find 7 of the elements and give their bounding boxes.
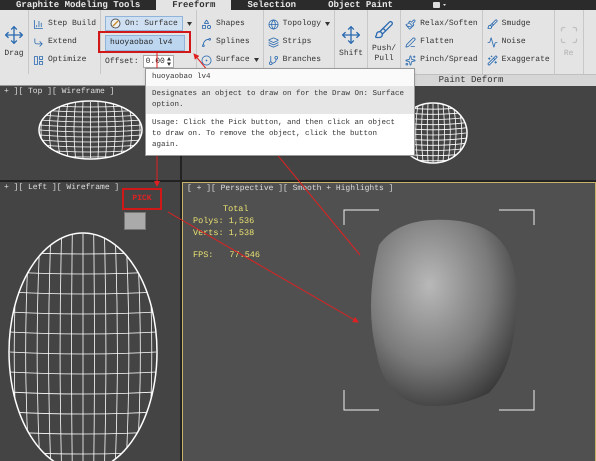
pick-callout: PICK	[122, 188, 162, 210]
stats-heading: Total	[222, 203, 250, 215]
viewport-label: + ][ Left ][ Wireframe ]	[3, 182, 120, 194]
offset-label: Offset:	[105, 56, 139, 68]
stats-text: Polys: 1,536	[193, 215, 256, 227]
viewport-label: + ][ Top ][ Wireframe ]	[3, 86, 116, 98]
stats-text: FPS:	[193, 249, 214, 261]
